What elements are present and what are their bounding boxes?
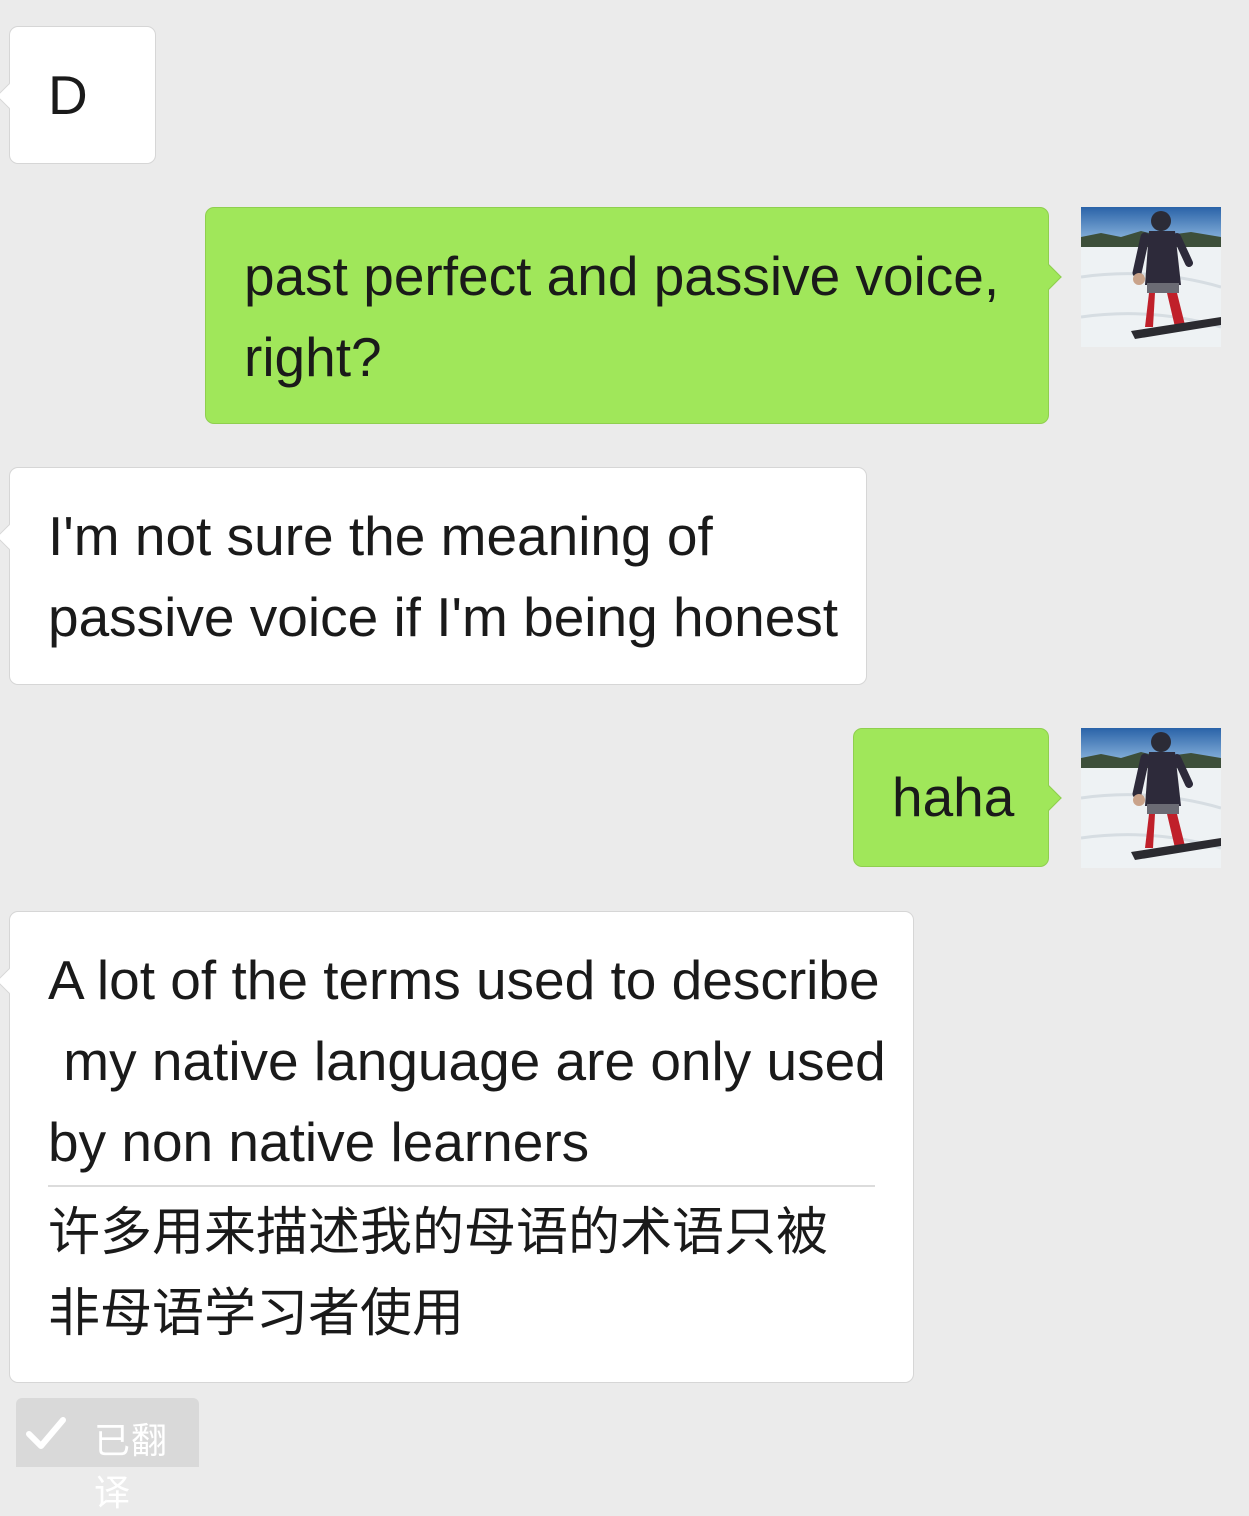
- snowboarder-avatar-icon: [1081, 728, 1221, 868]
- message-text-line: my native language are only used: [48, 1030, 886, 1092]
- outgoing-message-bubble[interactable]: haha: [853, 728, 1062, 867]
- message-text: D: [48, 64, 88, 126]
- outgoing-message-bubble[interactable]: past perfect and passive voice, right?: [205, 207, 1062, 424]
- user-avatar[interactable]: [1081, 207, 1221, 347]
- bubble-tail: [0, 968, 22, 994]
- message-text-line: passive voice if I'm being honest: [48, 586, 839, 648]
- incoming-message-bubble[interactable]: D: [0, 26, 156, 164]
- snowboarder-avatar-icon: [1081, 207, 1221, 347]
- message-text-line: I'm not sure the meaning of: [48, 505, 713, 567]
- user-avatar[interactable]: [1081, 728, 1221, 868]
- message-text-line: past perfect and passive voice,: [244, 245, 1000, 307]
- translation-text-line: 许多用来描述我的母语的术语只被: [48, 1203, 829, 1263]
- translation-text-line: 非母语学习者使用: [48, 1284, 465, 1344]
- bubble-tail: [0, 524, 22, 550]
- translation-divider: [48, 1185, 875, 1187]
- incoming-message-bubble[interactable]: I'm not sure the meaning of passive voic…: [0, 467, 867, 685]
- translated-label: 已翻译: [94, 1421, 169, 1514]
- bubble-tail: [1036, 264, 1062, 290]
- message-text-line: right?: [244, 326, 382, 388]
- incoming-message-bubble[interactable]: A lot of the terms used to describe my n…: [0, 911, 914, 1383]
- bubble-tail: [0, 83, 22, 109]
- bubble-tail: [1036, 785, 1062, 811]
- message-text-line: by non native learners: [48, 1111, 590, 1173]
- message-text-line: A lot of the terms used to describe: [48, 949, 880, 1011]
- checkmark-icon: [26, 1417, 66, 1449]
- translated-status-badge[interactable]: 已翻译: [16, 1398, 199, 1514]
- message-text: haha: [892, 766, 1015, 828]
